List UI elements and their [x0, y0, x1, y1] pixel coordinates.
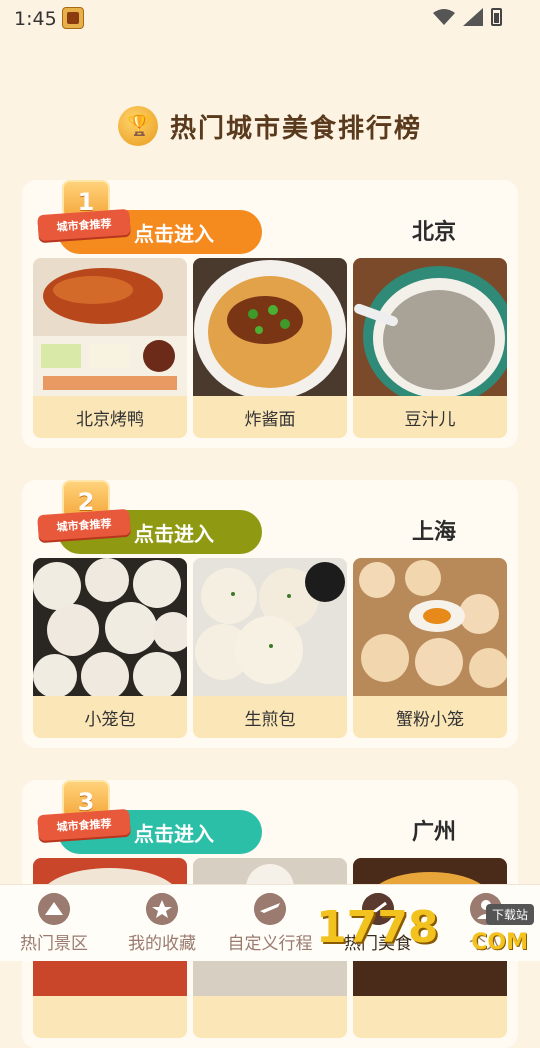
plane-icon [254, 893, 286, 925]
star-icon [146, 893, 178, 925]
dish-photo-shengjianbao [193, 558, 347, 696]
city-name: 北京 [411, 220, 456, 245]
city-name: 广州 [411, 820, 456, 845]
nav-item-favorites[interactable]: 我的收藏 [108, 885, 216, 961]
nav-label: 我的收藏 [128, 934, 196, 954]
enter-button-label: 点击进入 [134, 821, 214, 846]
battery-icon [491, 8, 502, 26]
wifi-icon [433, 9, 455, 25]
rank-badge: 3 城市食推荐 [37, 780, 131, 844]
dish-name: 北京烤鸭 [33, 396, 187, 438]
city-name: 上海 [411, 520, 456, 545]
status-icons [433, 8, 502, 26]
dish-name: 小笼包 [33, 696, 187, 738]
rank-ribbon: 城市食推荐 [37, 208, 131, 242]
dish-item[interactable]: 蟹粉小笼 [353, 558, 507, 738]
watermark-tag: 下载站 [485, 904, 534, 925]
dish-photo-douzhi [353, 258, 507, 396]
city-card-beijing: 点击进入 1 城市食推荐 北京 北京烤鸭 炸酱面 豆汁儿 [22, 180, 518, 448]
dish-name: 生煎包 [193, 696, 347, 738]
dish-item[interactable]: 豆汁儿 [353, 258, 507, 438]
rank-badge: 2 城市食推荐 [37, 480, 131, 544]
rank-ribbon: 城市食推荐 [37, 508, 131, 542]
dish-name: 豆汁儿 [353, 396, 507, 438]
dish-photo-roast-duck [33, 258, 187, 396]
dish-name: 蟹粉小笼 [353, 696, 507, 738]
city-card-shanghai: 点击进入 2 城市食推荐 上海 小笼包 生煎包 蟹粉小笼 [22, 480, 518, 748]
dish-name: 炸酱面 [193, 396, 347, 438]
enter-button-label: 点击进入 [134, 521, 214, 546]
page-header: 热门城市美食排行榜 [0, 104, 540, 148]
nav-label: 热门景区 [20, 934, 88, 954]
dish-item[interactable]: 生煎包 [193, 558, 347, 738]
watermark-number: 1778 [316, 902, 439, 953]
dish-item[interactable]: 炸酱面 [193, 258, 347, 438]
nav-item-scenic[interactable]: 热门景区 [0, 885, 108, 961]
page-title: 热门城市美食排行榜 [169, 113, 422, 144]
landmark-icon [38, 893, 70, 925]
enter-button-label: 点击进入 [134, 221, 214, 246]
nav-label: 自定义行程 [227, 934, 313, 954]
nav-item-itinerary[interactable]: 自定义行程 [216, 885, 324, 961]
dish-item[interactable]: 小笼包 [33, 558, 187, 738]
signal-icon [463, 8, 483, 26]
trophy-icon [117, 106, 158, 146]
dish-photo-xiaolongbao [33, 558, 187, 696]
app-notification-icon [62, 7, 84, 29]
rank-badge: 1 城市食推荐 [37, 180, 131, 244]
dish-photo-zhajiang-noodles [193, 258, 347, 396]
status-bar: 1:45 [0, 0, 540, 38]
watermark-domain: COM [471, 930, 528, 955]
dish-photo-crab-xiaolong [353, 558, 507, 696]
dish-item[interactable]: 北京烤鸭 [33, 258, 187, 438]
status-time: 1:45 [14, 8, 57, 30]
rank-ribbon: 城市食推荐 [37, 808, 131, 842]
site-watermark: 1778 下载站 COM [316, 900, 538, 960]
